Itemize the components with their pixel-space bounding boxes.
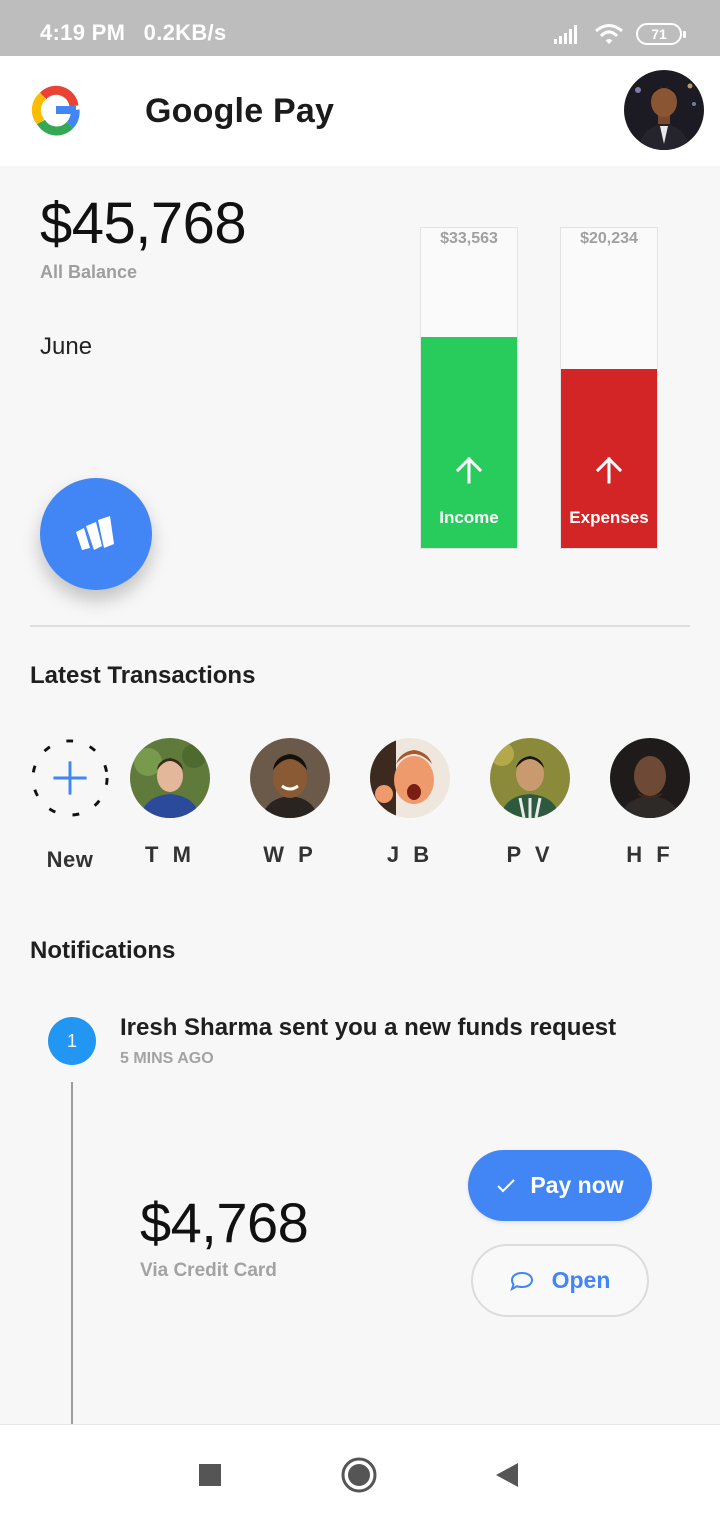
home-button[interactable] — [339, 1455, 379, 1495]
payment-method: Via Credit Card — [140, 1260, 277, 1281]
wallet-logo-icon — [76, 516, 114, 550]
status-bar: 4:19 PM 0.2KB/s 71 — [0, 0, 720, 56]
timeline-line — [71, 1082, 73, 1427]
app-bar: Google Pay — [0, 56, 720, 166]
check-icon — [497, 1178, 516, 1192]
notification-message[interactable]: Iresh Sharma sent you a new funds reques… — [120, 1014, 616, 1042]
income-amount: $33,563 — [440, 230, 498, 247]
person-avatar-icon — [490, 738, 570, 818]
month-label: June — [40, 333, 93, 360]
income-label: Income — [439, 508, 499, 527]
app-title: Google Pay — [145, 92, 335, 130]
person-avatar-icon — [250, 738, 330, 818]
google-logo-icon — [31, 85, 80, 136]
profile-photo-icon — [624, 70, 704, 150]
notifications-title: Notifications — [30, 937, 176, 964]
expenses-label: Expenses — [569, 508, 649, 527]
person-avatar-icon — [370, 738, 450, 818]
contact-initials: P V — [506, 842, 554, 867]
pay-now-button[interactable]: Pay now — [468, 1150, 652, 1221]
open-label: Open — [551, 1267, 611, 1293]
battery-icon: 71 — [636, 23, 686, 45]
contact-initials: H F — [626, 842, 674, 867]
person-avatar-icon — [130, 738, 210, 818]
person-avatar-icon — [610, 738, 690, 818]
contact-jb[interactable]: J B — [369, 738, 451, 868]
arrow-up-icon — [595, 456, 623, 484]
contact-initials: J B — [386, 842, 434, 867]
contact-hf[interactable]: H F — [609, 738, 691, 868]
circle-home-icon — [341, 1457, 377, 1493]
signal-icon — [554, 25, 577, 44]
battery-level: 71 — [651, 26, 667, 42]
contact-initials: W P — [263, 842, 317, 867]
status-speed: 0.2KB/s — [143, 20, 227, 45]
expenses-amount: $20,234 — [580, 230, 638, 247]
wifi-icon — [595, 24, 623, 44]
profile-avatar[interactable] — [624, 70, 704, 150]
expenses-bar[interactable]: $20,234 Expenses — [560, 227, 658, 549]
open-button[interactable]: Open — [471, 1244, 649, 1317]
latest-transactions-title: Latest Transactions — [30, 662, 256, 689]
balance-amount: $45,768 — [40, 191, 247, 256]
recents-button[interactable] — [190, 1455, 230, 1495]
contact-pv[interactable]: P V — [489, 738, 571, 868]
wallet-fab-button[interactable] — [40, 478, 152, 590]
contact-tm[interactable]: T M — [129, 738, 211, 868]
income-bar[interactable]: $33,563 Income — [420, 227, 518, 549]
status-time: 4:19 PM — [40, 20, 126, 45]
back-button[interactable] — [487, 1455, 527, 1495]
new-label: New — [46, 847, 94, 872]
contact-initials: T M — [145, 842, 195, 867]
notification-index-badge: 1 — [48, 1017, 96, 1065]
back-triangle-icon — [496, 1463, 518, 1487]
notification-time: 5 MINS AGO — [120, 1050, 214, 1067]
new-transaction-button[interactable]: New — [29, 738, 111, 873]
section-divider — [30, 625, 690, 627]
request-amount: $4,768 — [140, 1191, 309, 1254]
balance-label: All Balance — [40, 262, 138, 282]
pay-now-label: Pay now — [530, 1172, 624, 1198]
contact-wp[interactable]: W P — [249, 738, 331, 868]
add-icon — [31, 739, 109, 817]
arrow-up-icon — [455, 456, 483, 484]
system-nav-bar — [0, 1424, 720, 1520]
chat-bubble-icon — [509, 1271, 533, 1291]
square-icon — [199, 1464, 221, 1486]
